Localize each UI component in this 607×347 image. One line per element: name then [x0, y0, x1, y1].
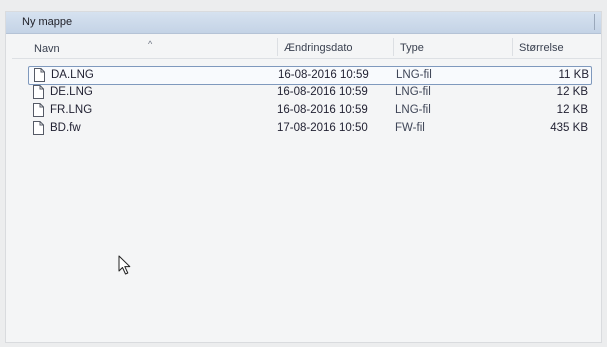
file-date: 16-08-2016 10:59: [277, 104, 368, 116]
file-type: LNG-fil: [396, 69, 432, 81]
file-date: 17-08-2016 10:50: [277, 122, 368, 134]
file-row[interactable]: BD.fw 17-08-2016 10:50 FW-fil 435 KB: [28, 120, 590, 137]
file-type: LNG-fil: [395, 86, 431, 98]
file-row[interactable]: FR.LNG 16-08-2016 10:59 LNG-fil 12 KB: [28, 102, 590, 119]
window-title: Ny mappe: [22, 16, 73, 28]
scroll-edge-icon: [594, 14, 601, 30]
file-name: FR.LNG: [50, 104, 93, 116]
explorer-window: Ny mappe Navn ^ Ændringsdato Type Større…: [6, 12, 601, 342]
file-date: 16-08-2016 10:59: [277, 86, 368, 98]
file-name: DE.LNG: [50, 86, 93, 98]
sort-ascending-icon: ^: [148, 39, 153, 49]
column-header-date[interactable]: Ændringsdato: [277, 38, 353, 56]
mouse-pointer-icon: [118, 255, 131, 275]
document-icon: [33, 85, 44, 99]
file-type: LNG-fil: [395, 104, 431, 116]
document-icon: [34, 68, 45, 82]
file-size: 12 KB: [556, 86, 588, 98]
column-header-size[interactable]: Størrelse: [512, 38, 564, 56]
column-header-type[interactable]: Type: [393, 38, 424, 56]
file-name: DA.LNG: [51, 69, 94, 81]
file-size: 11 KB: [558, 69, 589, 81]
file-name: BD.fw: [50, 122, 81, 134]
file-date: 16-08-2016 10:59: [278, 69, 369, 81]
window-titlebar[interactable]: Ny mappe: [6, 12, 601, 34]
column-header-row: Navn ^ Ændringsdato Type Størrelse: [12, 38, 601, 59]
column-header-name[interactable]: Navn: [34, 43, 60, 55]
file-size: 12 KB: [556, 104, 588, 116]
file-size: 435 KB: [550, 122, 588, 134]
document-icon: [33, 103, 44, 117]
file-type: FW-fil: [395, 122, 425, 134]
file-row[interactable]: DA.LNG 16-08-2016 10:59 LNG-fil 11 KB: [28, 66, 592, 85]
document-icon: [33, 121, 44, 135]
file-row[interactable]: DE.LNG 16-08-2016 10:59 LNG-fil 12 KB: [28, 84, 590, 101]
